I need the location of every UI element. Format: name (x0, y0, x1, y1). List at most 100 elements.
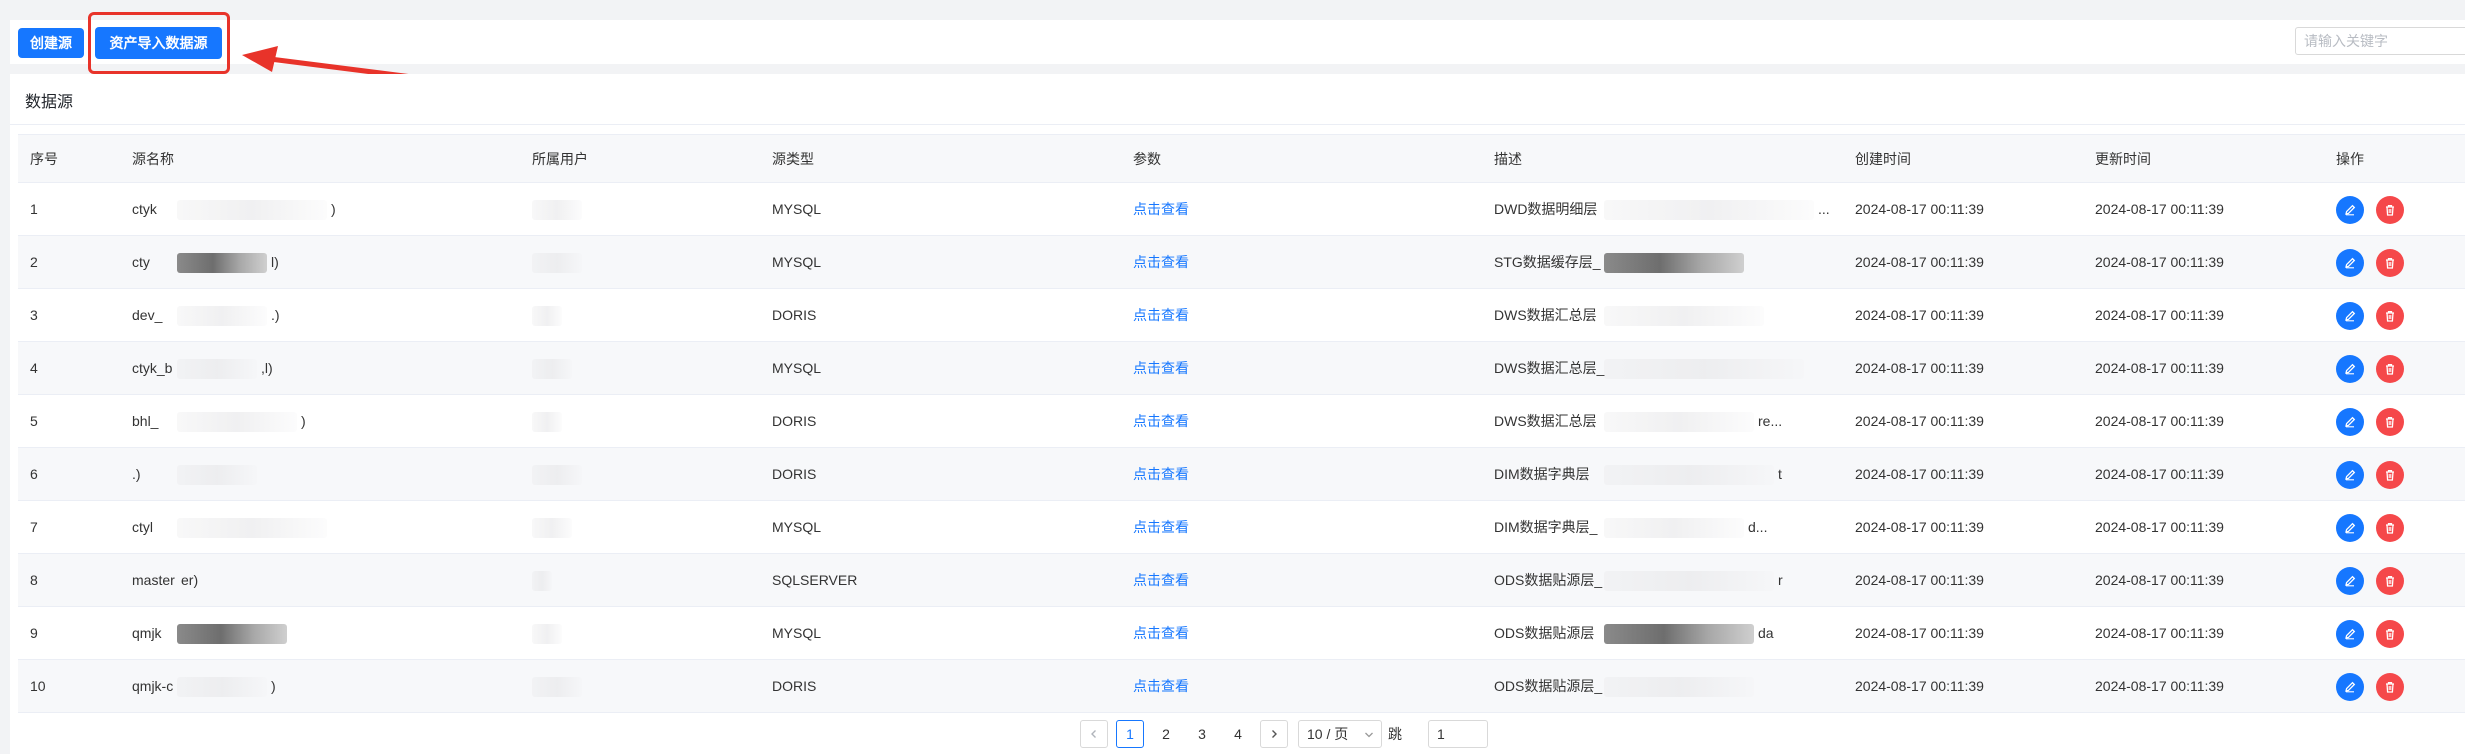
table-row: 8 master er) SQLSERVER 点击查看 ODS数据贴源层_ r 2024-08… (18, 554, 2465, 607)
datasource-panel: 数据源 序号 源名称 所属用户 源类型 参数 描述 创建时间 更新时间 操作 1… (10, 74, 2465, 754)
view-params-link[interactable]: 点击查看 (1133, 607, 1189, 660)
edit-button[interactable] (2336, 567, 2364, 595)
cell-source-name: bhl_ (132, 413, 159, 429)
cell-updated-time: 2024-08-17 00:11:39 (2095, 519, 2224, 535)
cell-name-suffix: ) (331, 201, 336, 217)
cell-source-type: DORIS (772, 466, 817, 482)
delete-button[interactable] (2376, 355, 2404, 383)
edit-button[interactable] (2336, 408, 2364, 436)
pencil-icon (2345, 363, 2356, 375)
cell-description-tail: d... (1748, 519, 1768, 535)
search-input[interactable] (2295, 27, 2465, 55)
table-row: 3 dev_.) DORIS 点击查看 DWS数据汇总层 2024-08-17 00:11… (18, 289, 2465, 342)
jump-page-input[interactable] (1428, 720, 1488, 748)
header-actions: 操作 (2336, 151, 2364, 167)
cell-source-name: qmjk (132, 625, 162, 641)
view-params-link[interactable]: 点击查看 (1133, 660, 1189, 713)
panel-title: 数据源 (25, 94, 74, 111)
view-params-link[interactable]: 点击查看 (1133, 395, 1189, 448)
cell-description: DWD数据明细层 (1494, 201, 1598, 217)
cell-source-type: DORIS (772, 307, 817, 323)
cell-description: ODS数据贴源层 (1494, 625, 1595, 641)
delete-button[interactable] (2376, 249, 2404, 277)
view-params-link[interactable]: 点击查看 (1133, 448, 1189, 501)
redacted-owner (532, 306, 562, 326)
table-row: 7 ctyl MYSQL 点击查看 DIM数据字典层_ d... 2024-08-17 00… (18, 501, 2465, 554)
redacted-owner (532, 571, 552, 591)
cell-created-time: 2024-08-17 00:11:39 (1855, 201, 1984, 217)
redacted-name (177, 518, 327, 538)
page-1-button[interactable]: 1 (1116, 720, 1144, 748)
delete-button[interactable] (2376, 514, 2404, 542)
redacted-description (1604, 518, 1744, 538)
trash-icon (2386, 628, 2394, 640)
pencil-icon (2345, 310, 2356, 322)
cell-created-time: 2024-08-17 00:11:39 (1855, 625, 1984, 641)
edit-button[interactable] (2336, 355, 2364, 383)
edit-button[interactable] (2336, 673, 2364, 701)
view-params-link[interactable]: 点击查看 (1133, 183, 1189, 236)
cell-updated-time: 2024-08-17 00:11:39 (2095, 572, 2224, 588)
trash-icon (2386, 204, 2394, 216)
header-params: 参数 (1133, 151, 1161, 167)
redacted-name (177, 465, 257, 485)
next-page-button[interactable] (1260, 720, 1288, 748)
pencil-icon (2345, 257, 2356, 269)
edit-button[interactable] (2336, 514, 2364, 542)
delete-button[interactable] (2376, 620, 2404, 648)
cell-source-name: qmjk-c (132, 678, 174, 694)
redacted-owner (532, 677, 582, 697)
redacted-owner (532, 359, 572, 379)
delete-button[interactable] (2376, 673, 2404, 701)
prev-page-button[interactable] (1080, 720, 1108, 748)
table-body: 1 ctyk) MYSQL 点击查看 DWD数据明细层... 2024-08-17 00:… (18, 183, 2465, 713)
edit-button[interactable] (2336, 249, 2364, 277)
cell-description: ODS数据贴源层_ (1494, 678, 1603, 694)
view-params-link[interactable]: 点击查看 (1133, 289, 1189, 342)
redacted-description (1604, 359, 1804, 379)
trash-icon (2386, 310, 2394, 322)
cell-updated-time: 2024-08-17 00:11:39 (2095, 625, 2224, 641)
cell-name-suffix: ) (301, 413, 306, 429)
cell-index: 7 (30, 519, 38, 535)
edit-button[interactable] (2336, 302, 2364, 330)
redacted-name (177, 253, 267, 273)
view-params-link[interactable]: 点击查看 (1133, 501, 1189, 554)
cell-source-type: DORIS (772, 678, 817, 694)
edit-button[interactable] (2336, 620, 2364, 648)
redacted-name (177, 412, 297, 432)
table-row: 6.) DORIS 点击查看 DIM数据字典层 t 2024-08-17 00:11:39… (18, 448, 2465, 501)
cell-updated-time: 2024-08-17 00:11:39 (2095, 360, 2224, 376)
page-4-button[interactable]: 4 (1224, 720, 1252, 748)
delete-button[interactable] (2376, 567, 2404, 595)
cell-source-type: MYSQL (772, 519, 822, 535)
redacted-name (177, 306, 267, 326)
header-owner: 所属用户 (532, 151, 588, 167)
redacted-owner (532, 518, 572, 538)
redacted-name (177, 359, 257, 379)
pencil-icon (2345, 681, 2356, 693)
page-size-select[interactable]: 10 / 页 (1298, 720, 1382, 748)
cell-source-name: ctyk_b (132, 360, 173, 376)
cell-description-tail: ... (1818, 201, 1830, 217)
edit-button[interactable] (2336, 196, 2364, 224)
view-params-link[interactable]: 点击查看 (1133, 342, 1189, 395)
delete-button[interactable] (2376, 461, 2404, 489)
redacted-name (177, 677, 267, 697)
redacted-description (1604, 253, 1744, 273)
toolbar: 创建源 资产导入数据源 (10, 12, 2465, 88)
edit-button[interactable] (2336, 461, 2364, 489)
cell-source-type: MYSQL (772, 360, 822, 376)
cell-updated-time: 2024-08-17 00:11:39 (2095, 413, 2224, 429)
create-source-button[interactable]: 创建源 (18, 28, 84, 58)
panel-divider (10, 124, 2465, 125)
page-3-button[interactable]: 3 (1188, 720, 1216, 748)
page-2-button[interactable]: 2 (1152, 720, 1180, 748)
chevron-down-icon (1365, 732, 1373, 738)
table-row: 2 cty l) MYSQL 点击查看 STG数据缓存层_ 2024-08-17 00:11… (18, 236, 2465, 289)
view-params-link[interactable]: 点击查看 (1133, 554, 1189, 607)
delete-button[interactable] (2376, 408, 2404, 436)
view-params-link[interactable]: 点击查看 (1133, 236, 1189, 289)
delete-button[interactable] (2376, 196, 2404, 224)
delete-button[interactable] (2376, 302, 2404, 330)
